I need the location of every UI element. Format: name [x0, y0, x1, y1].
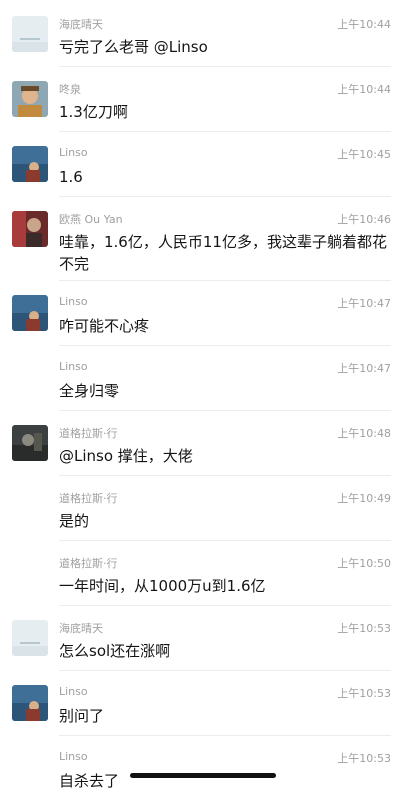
chat-message[interactable]: Linso 上午10:47 咋可能不心疼: [0, 281, 401, 346]
sender-name: Linso: [59, 360, 88, 373]
message-time: 上午10:46: [337, 213, 391, 226]
sender-name: Linso: [59, 750, 88, 763]
home-indicator[interactable]: [130, 773, 276, 778]
chat-message[interactable]: 咚泉 上午10:44 1.3亿刀啊: [0, 67, 401, 132]
message-time: 上午10:53: [337, 752, 391, 765]
message-time: 上午10:44: [337, 83, 391, 96]
chat-message[interactable]: Linso 上午10:53 别问了: [0, 671, 401, 736]
user-avatar[interactable]: [12, 81, 48, 117]
chat-message[interactable]: 道格拉斯·行 上午10:48 @Linso 撑住，大佬: [0, 411, 401, 476]
chat-message-list[interactable]: 海底晴天 上午10:44 亏完了么老哥 @Linso 咚泉 上午10:44 1.…: [0, 0, 401, 799]
sender-name: 海底晴天: [59, 18, 103, 31]
sender-name: 海底晴天: [59, 622, 103, 635]
chat-message[interactable]: 欧燕 Ou Yan 上午10:46 哇靠，1.6亿，人民币11亿多，我这辈子躺着…: [0, 197, 401, 281]
message-time: 上午10:47: [337, 297, 391, 310]
sender-name: Linso: [59, 295, 88, 308]
message-time: 上午10:45: [337, 148, 391, 161]
message-time: 上午10:44: [337, 18, 391, 31]
chat-message[interactable]: Linso 上午10:47 全身归零: [0, 346, 401, 411]
user-avatar[interactable]: [12, 211, 48, 247]
message-time: 上午10:48: [337, 427, 391, 440]
chat-message[interactable]: 海底晴天 上午10:44 亏完了么老哥 @Linso: [0, 2, 401, 67]
sender-name: 欧燕 Ou Yan: [59, 213, 123, 226]
message-time: 上午10:50: [337, 557, 391, 570]
message-time: 上午10:53: [337, 622, 391, 635]
sender-name: Linso: [59, 685, 88, 698]
message-time: 上午10:53: [337, 687, 391, 700]
sender-name: 道格拉斯·行: [59, 427, 118, 440]
sender-name: 道格拉斯·行: [59, 557, 118, 570]
chat-message[interactable]: 道格拉斯·行 上午10:50 一年时间，从1000万u到1.6亿: [0, 541, 401, 606]
sender-name: 咚泉: [59, 83, 81, 96]
chat-message[interactable]: 道格拉斯·行 上午10:49 是的: [0, 476, 401, 541]
message-text: 是的: [59, 512, 90, 530]
message-text: @Linso 撑住，大佬: [59, 447, 193, 465]
chat-message[interactable]: Linso 上午10:53 自杀去了: [0, 736, 401, 801]
message-text: 别问了: [59, 707, 105, 725]
message-text: 亏完了么老哥 @Linso: [59, 38, 208, 56]
message-time: 上午10:47: [337, 362, 391, 375]
message-text: 哇靠，1.6亿，人民币11亿多，我这辈子躺着都花不完: [59, 233, 387, 273]
user-avatar[interactable]: [12, 620, 48, 656]
user-avatar[interactable]: [12, 425, 48, 461]
user-avatar[interactable]: [12, 146, 48, 182]
message-text: 一年时间，从1000万u到1.6亿: [59, 577, 266, 595]
user-avatar[interactable]: [12, 16, 48, 52]
message-text: 1.6: [59, 168, 83, 186]
sender-name: Linso: [59, 146, 88, 159]
chat-message[interactable]: Linso 上午10:45 1.6: [0, 132, 401, 197]
sender-name: 道格拉斯·行: [59, 492, 118, 505]
message-text: 咋可能不心疼: [59, 317, 150, 335]
message-text: 1.3亿刀啊: [59, 103, 128, 121]
chat-message[interactable]: 海底晴天 上午10:53 怎么sol还在涨啊: [0, 606, 401, 671]
message-text: 怎么sol还在涨啊: [59, 642, 171, 660]
message-text: 全身归零: [59, 382, 120, 400]
message-time: 上午10:49: [337, 492, 391, 505]
user-avatar[interactable]: [12, 685, 48, 721]
user-avatar[interactable]: [12, 295, 48, 331]
